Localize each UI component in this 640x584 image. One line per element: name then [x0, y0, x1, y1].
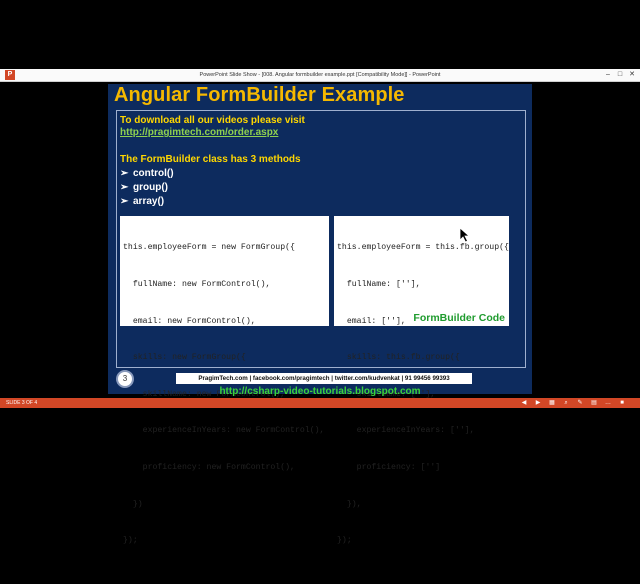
blog-link[interactable]: http://csharp-video-tutorials.blogspot.c…	[0, 386, 640, 397]
window-title: PowerPoint Slide Show - [008. Angular fo…	[199, 72, 441, 78]
previous-slide-icon[interactable]: ◀	[520, 399, 528, 407]
download-text: To download all our videos please visit	[120, 115, 305, 126]
download-link[interactable]: http://pragimtech.com/order.aspx	[120, 127, 278, 138]
code-line: experienceInYears: [''],	[337, 426, 475, 436]
pen-icon[interactable]: ✎	[576, 399, 584, 407]
close-button[interactable]: ✕	[626, 69, 638, 81]
code-line: skills: this.fb.group({	[337, 353, 460, 363]
method-item: ➢ array()	[120, 196, 164, 207]
formbuilder-caption: FormBuilder Code	[413, 311, 505, 324]
code-line: });	[337, 536, 352, 546]
formbuilder-intro: The FormBuilder class has 3 methods	[120, 154, 301, 165]
code-line: }),	[337, 499, 362, 509]
bullet-arrow-icon: ➢	[120, 196, 129, 207]
code-line: fullName: new FormControl(),	[123, 280, 271, 290]
slide-counter: SLIDE 3 OF 4	[6, 400, 38, 406]
code-line: })	[123, 499, 143, 509]
slide-view-icon[interactable]: ▦	[548, 399, 556, 407]
code-line: experienceInYears: new FormControl(),	[123, 426, 325, 436]
zoom-icon[interactable]: ⌕	[562, 399, 570, 407]
code-line: skills: new FormGroup({	[123, 353, 246, 363]
code-line: this.employeeForm = this.fb.group({	[337, 243, 509, 253]
method-label: control()	[133, 168, 174, 179]
end-show-icon[interactable]: ■	[618, 399, 626, 407]
code-line: this.employeeForm = new FormGroup({	[123, 243, 295, 253]
contact-bar: PragimTech.com | facebook.com/pragimtech…	[176, 373, 472, 384]
window-titlebar: P PowerPoint Slide Show - [008. Angular …	[0, 69, 640, 82]
method-item: ➢ control()	[120, 168, 174, 179]
next-slide-icon[interactable]: ▶	[534, 399, 542, 407]
maximize-button[interactable]: □	[614, 69, 626, 81]
slides-grid-icon[interactable]: ▤	[590, 399, 598, 407]
code-line: proficiency: ['']	[337, 463, 441, 473]
formgroup-code-block: this.employeeForm = new FormGroup({ full…	[120, 216, 329, 545]
slide-title: Angular FormBuilder Example	[114, 84, 405, 106]
code-line: proficiency: new FormControl(),	[123, 463, 295, 473]
bullet-arrow-icon: ➢	[120, 182, 129, 193]
formbuilder-code-block: this.employeeForm = this.fb.group({ full…	[334, 216, 509, 545]
bullet-arrow-icon: ➢	[120, 168, 129, 179]
more-options-icon[interactable]: …	[604, 399, 612, 407]
method-label: group()	[133, 182, 168, 193]
code-line: email: new FormControl(),	[123, 316, 256, 326]
status-bar: SLIDE 3 OF 4 ◀ ▶ ▦ ⌕ ✎ ▤ … ■	[0, 398, 640, 408]
minimize-button[interactable]: –	[602, 69, 614, 81]
code-line: fullName: [''],	[337, 280, 421, 290]
mouse-cursor-icon	[459, 227, 471, 243]
code-line: });	[123, 536, 138, 546]
method-item: ➢ group()	[120, 182, 168, 193]
method-label: array()	[133, 196, 165, 207]
